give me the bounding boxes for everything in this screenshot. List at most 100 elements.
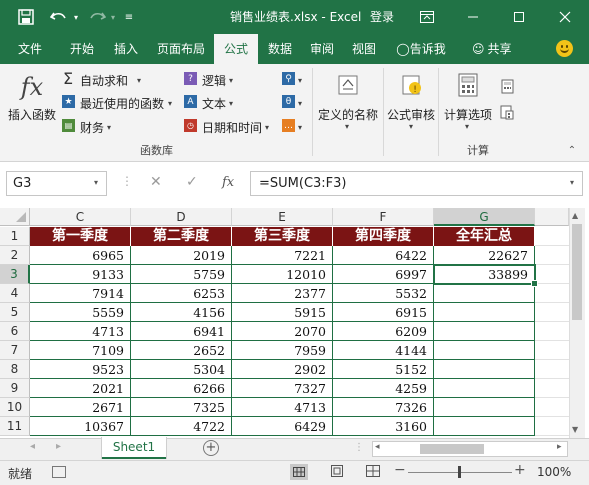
page-break-view-icon[interactable] xyxy=(366,465,380,480)
table-cell[interactable] xyxy=(434,284,535,303)
defined-names-button[interactable]: 定义的名称 xyxy=(318,106,378,123)
table-cell-empty[interactable] xyxy=(535,246,569,265)
select-all-corner[interactable] xyxy=(0,208,30,226)
column-header-d[interactable]: D xyxy=(131,208,232,226)
table-cell[interactable]: 2021 xyxy=(30,379,131,398)
scroll-up-icon[interactable]: ▲ xyxy=(572,211,578,220)
table-cell[interactable]: 7109 xyxy=(30,341,131,360)
insert-function-fx-icon[interactable]: fx xyxy=(222,175,234,190)
table-cell-empty[interactable] xyxy=(535,360,569,379)
header-cell[interactable]: 第四季度 xyxy=(333,227,434,246)
table-cell[interactable]: 4713 xyxy=(232,398,333,417)
redo-dropdown-icon[interactable]: ▾ xyxy=(108,0,118,34)
insert-function-button[interactable]: 插入函数 xyxy=(8,106,56,123)
column-header-h[interactable] xyxy=(535,208,569,226)
feedback-smiley-icon[interactable] xyxy=(556,40,573,57)
recent-dropdown-icon[interactable]: ▾ xyxy=(168,99,172,108)
table-cell[interactable]: 6997 xyxy=(333,265,434,284)
row-header[interactable]: 10 xyxy=(0,398,30,417)
table-cell[interactable]: 5759 xyxy=(131,265,232,284)
cancel-icon[interactable]: ✕ xyxy=(150,174,162,190)
table-cell[interactable]: 4259 xyxy=(333,379,434,398)
macro-record-icon[interactable] xyxy=(52,466,66,478)
sheet-tab-sheet1[interactable]: Sheet1 xyxy=(102,437,166,459)
row-header[interactable]: 5 xyxy=(0,303,30,322)
table-cell[interactable]: 9133 xyxy=(30,265,131,284)
header-cell[interactable]: 第一季度 xyxy=(30,227,131,246)
share-button[interactable]: ☺ 共享 xyxy=(472,34,512,64)
normal-view-icon[interactable] xyxy=(290,464,308,480)
scroll-left-icon[interactable]: ◂ xyxy=(375,442,380,452)
row-header[interactable]: 1 xyxy=(0,227,30,246)
table-cell[interactable]: 12010 xyxy=(232,265,333,284)
more-functions-icon[interactable]: … xyxy=(282,119,295,132)
formula-input[interactable]: =SUM(C3:F3) xyxy=(250,171,583,196)
datetime-button[interactable]: 日期和时间 xyxy=(202,119,262,136)
table-cell[interactable]: 6915 xyxy=(333,303,434,322)
customize-toolbar-icon[interactable]: ≡ xyxy=(122,0,136,34)
table-cell[interactable] xyxy=(434,379,535,398)
table-cell[interactable] xyxy=(434,303,535,322)
math-icon[interactable]: θ xyxy=(282,95,295,108)
table-cell[interactable]: 5915 xyxy=(232,303,333,322)
datetime-dropdown-icon[interactable]: ▾ xyxy=(265,123,269,132)
formula-auditing-icon[interactable]: ! xyxy=(398,70,426,100)
tab-home[interactable]: 开始 xyxy=(58,34,106,64)
table-cell[interactable]: 6266 xyxy=(131,379,232,398)
tab-page-layout[interactable]: 页面布局 xyxy=(150,34,212,64)
math-dropdown-icon[interactable]: ▾ xyxy=(298,99,302,108)
table-cell[interactable]: 5532 xyxy=(333,284,434,303)
row-header[interactable]: 4 xyxy=(0,284,30,303)
row-header[interactable]: 8 xyxy=(0,360,30,379)
scroll-right-icon[interactable]: ▸ xyxy=(557,442,562,452)
lookup-icon[interactable]: ⚲ xyxy=(282,72,295,85)
row-header[interactable]: 2 xyxy=(0,246,30,265)
zoom-slider-thumb[interactable] xyxy=(458,466,461,478)
more-functions-dropdown-icon[interactable]: ▾ xyxy=(298,123,302,132)
save-icon[interactable] xyxy=(14,0,38,34)
table-cell[interactable]: 6253 xyxy=(131,284,232,303)
column-header-g[interactable]: G xyxy=(434,208,535,226)
tab-data[interactable]: 数据 xyxy=(258,34,302,64)
name-box[interactable]: G3 xyxy=(6,171,107,196)
autosum-button[interactable]: 自动求和 xyxy=(80,72,128,89)
table-cell[interactable] xyxy=(434,360,535,379)
calc-sheet-icon[interactable] xyxy=(500,104,514,120)
table-cell[interactable]: 2902 xyxy=(232,360,333,379)
column-header-e[interactable]: E xyxy=(232,208,333,226)
table-cell-empty[interactable] xyxy=(535,227,569,246)
header-cell[interactable]: 全年汇总 xyxy=(434,227,535,246)
row-header[interactable]: 9 xyxy=(0,379,30,398)
table-cell-empty[interactable] xyxy=(535,341,569,360)
table-cell[interactable]: 2671 xyxy=(30,398,131,417)
table-cell[interactable]: 7326 xyxy=(333,398,434,417)
row-header[interactable]: 7 xyxy=(0,341,30,360)
header-cell[interactable]: 第二季度 xyxy=(131,227,232,246)
name-box-dropdown-icon[interactable]: ▾ xyxy=(94,178,98,187)
table-cell-empty[interactable] xyxy=(535,379,569,398)
table-cell[interactable]: 9523 xyxy=(30,360,131,379)
text-dropdown-icon[interactable]: ▾ xyxy=(229,99,233,108)
table-cell[interactable]: 2019 xyxy=(131,246,232,265)
table-cell[interactable]: 22627 xyxy=(434,246,535,265)
prev-sheet-icon[interactable]: ◂ xyxy=(30,441,35,452)
maximize-icon[interactable] xyxy=(496,0,542,34)
logical-dropdown-icon[interactable]: ▾ xyxy=(229,76,233,85)
table-cell[interactable]: 10367 xyxy=(30,417,131,436)
table-cell-empty[interactable] xyxy=(535,322,569,341)
formula-auditing-button[interactable]: 公式审核 xyxy=(387,106,435,123)
row-header[interactable]: 6 xyxy=(0,322,30,341)
table-cell-empty[interactable] xyxy=(535,265,569,284)
insert-function-icon[interactable]: fx xyxy=(16,70,48,104)
row-header[interactable]: 3 xyxy=(0,265,30,284)
login-link[interactable]: 登录 xyxy=(370,0,394,34)
table-cell-empty[interactable] xyxy=(535,303,569,322)
tab-view[interactable]: 视图 xyxy=(342,34,386,64)
undo-icon[interactable] xyxy=(48,0,70,34)
table-cell[interactable]: 4144 xyxy=(333,341,434,360)
text-function-button[interactable]: 文本 xyxy=(202,95,226,112)
page-layout-view-icon[interactable] xyxy=(330,465,344,480)
defined-names-dropdown-icon[interactable]: ▾ xyxy=(345,122,349,131)
table-cell[interactable]: 4713 xyxy=(30,322,131,341)
table-cell[interactable]: 6965 xyxy=(30,246,131,265)
